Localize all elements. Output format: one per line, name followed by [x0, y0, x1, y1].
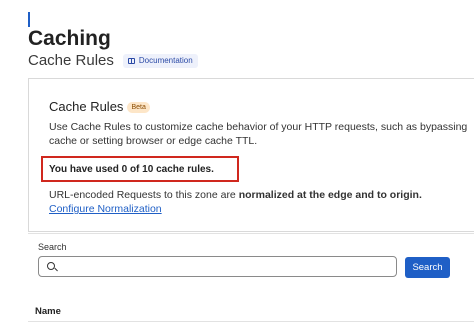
- page-title: Caching: [28, 27, 111, 50]
- search-label: Search: [38, 242, 67, 252]
- normalization-text: URL-encoded Requests to this zone are no…: [49, 188, 469, 202]
- usage-text: You have used 0 of 10 cache rules.: [49, 164, 214, 175]
- page-subtitle: Cache Rules: [28, 52, 114, 69]
- search-input[interactable]: [38, 256, 397, 277]
- cache-rules-card: Cache Rules Beta Use Cache Rules to cust…: [28, 78, 474, 232]
- search-button[interactable]: Search: [405, 257, 450, 278]
- documentation-label: Documentation: [138, 56, 193, 65]
- subtitle-row: Cache Rules Documentation: [28, 52, 198, 70]
- card-description: Use Cache Rules to customize cache behav…: [49, 121, 468, 147]
- column-header-name[interactable]: Name: [35, 306, 61, 318]
- beta-badge: Beta: [127, 101, 150, 113]
- book-icon: [127, 58, 135, 64]
- documentation-link[interactable]: Documentation: [122, 54, 198, 68]
- normalization-bold: normalized at the edge and to origin.: [238, 189, 422, 201]
- nav-indicator: [28, 12, 30, 27]
- normalization-prefix: URL-encoded Requests to this zone are: [49, 189, 239, 201]
- section-divider: [28, 233, 474, 234]
- page: Caching Cache Rules Documentation Cache …: [0, 0, 474, 322]
- search-icon: [47, 262, 55, 270]
- card-title: Cache Rules: [49, 99, 124, 114]
- configure-normalization-link[interactable]: Configure Normalization: [49, 202, 162, 216]
- card-title-row: Cache Rules Beta: [49, 99, 150, 115]
